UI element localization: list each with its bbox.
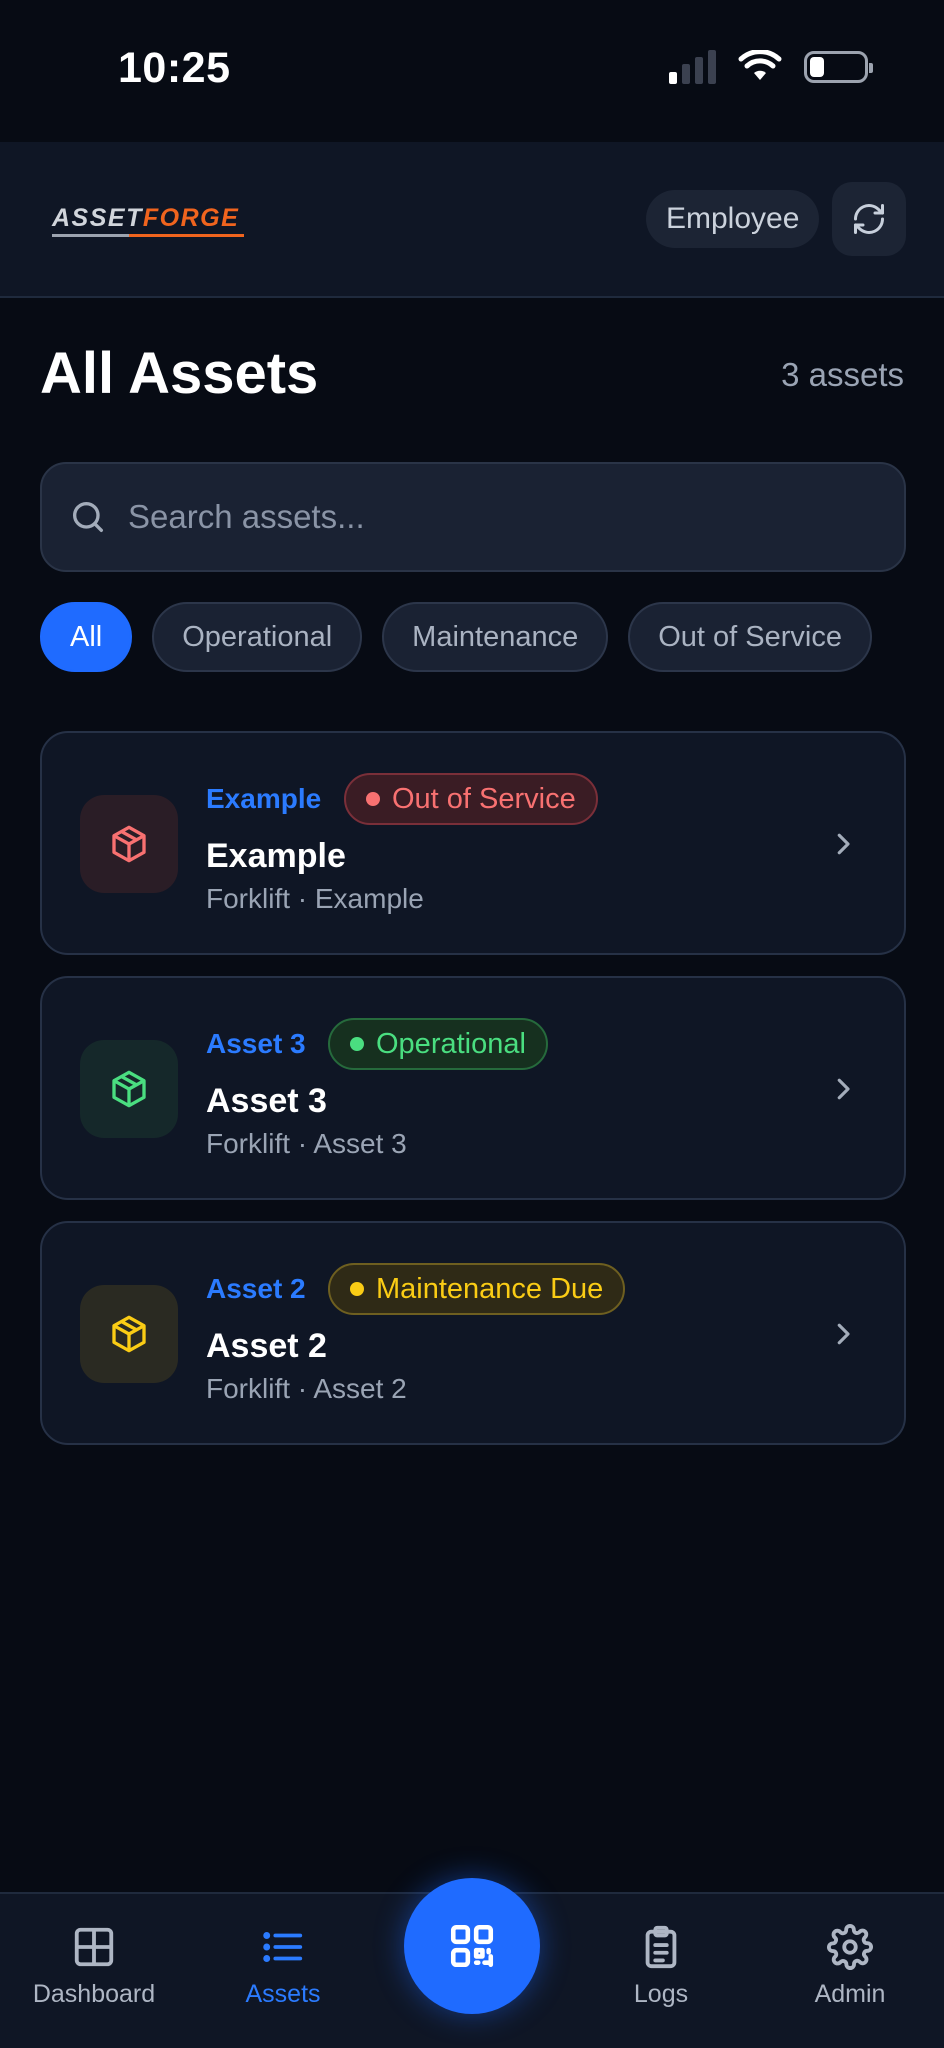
status-time: 10:25 xyxy=(118,44,231,92)
chevron-right-icon xyxy=(837,1078,850,1100)
asset-count: 3 assets xyxy=(781,356,904,393)
cellular-signal-icon xyxy=(669,50,716,84)
status-dot xyxy=(350,1282,364,1296)
page-title: All Assets xyxy=(40,341,319,406)
gear-icon xyxy=(827,1924,873,1970)
asset-card[interactable]: Asset 2 Maintenance Due Asset 2 Forklift… xyxy=(40,1221,906,1445)
refresh-button[interactable] xyxy=(832,182,906,256)
box-icon xyxy=(112,825,146,863)
asset-card[interactable]: Example Out of Service Example Forklift … xyxy=(40,731,906,955)
filter-chip-maintenance[interactable]: Maintenance xyxy=(382,602,609,672)
asset-subtitle: Forklift · Asset 2 xyxy=(206,1373,407,1404)
nav-item-assets[interactable]: Assets xyxy=(193,1924,373,2009)
asset-icon-tile xyxy=(80,1285,178,1383)
scan-qr-button[interactable] xyxy=(404,1878,540,2014)
asset-icon-tile xyxy=(80,1040,178,1138)
chevron-right-icon xyxy=(837,1323,850,1345)
nav-item-dashboard[interactable]: Dashboard xyxy=(4,1924,184,2009)
nav-item-logs[interactable]: Logs xyxy=(571,1924,751,2009)
asset-name: Example xyxy=(206,837,346,875)
asset-id: Example xyxy=(206,783,322,814)
box-icon xyxy=(112,1315,146,1353)
status-bar: 10:25 xyxy=(0,0,944,142)
filter-chip-all[interactable]: All xyxy=(40,602,133,672)
asset-name: Asset 3 xyxy=(206,1082,327,1120)
logo-underline xyxy=(52,234,244,237)
nav-label-assets: Assets xyxy=(245,1980,321,2008)
search-bar[interactable] xyxy=(40,462,906,572)
status-icons xyxy=(669,50,873,84)
nav-label-dashboard: Dashboard xyxy=(32,1980,156,2008)
status-badge: Operational xyxy=(328,1018,548,1070)
asset-id: Asset 2 xyxy=(206,1273,306,1304)
grid-icon xyxy=(74,1927,114,1967)
asset-name: Asset 2 xyxy=(206,1327,327,1365)
status-filter-chips: All Operational Maintenance Out of Servi… xyxy=(40,602,872,672)
asset-id: Asset 3 xyxy=(206,1028,306,1059)
status-dot xyxy=(350,1037,364,1051)
status-badge-label: Out of Service xyxy=(392,782,576,815)
nav-item-admin[interactable]: Admin xyxy=(760,1924,940,2009)
status-badge-label: Operational xyxy=(376,1027,526,1060)
clipboard-icon xyxy=(645,1925,677,1969)
wifi-icon xyxy=(738,50,782,80)
search-icon xyxy=(73,502,104,532)
app-header: ASSETFORGE Employee xyxy=(0,142,944,298)
refresh-icon xyxy=(854,204,884,234)
status-badge-label: Maintenance Due xyxy=(376,1272,604,1305)
asset-icon-tile xyxy=(80,795,178,893)
asset-card[interactable]: Asset 3 Operational Asset 3 Forklift · A… xyxy=(40,976,906,1200)
filter-chip-out-of-service[interactable]: Out of Service xyxy=(628,602,872,672)
status-dot xyxy=(366,792,380,806)
app-logo: ASSETFORGE xyxy=(52,204,240,232)
role-badge: Employee xyxy=(646,190,820,248)
status-badge: Maintenance Due xyxy=(328,1263,626,1315)
qr-code-icon xyxy=(450,1924,494,1968)
box-icon xyxy=(112,1070,146,1108)
nav-label-admin: Admin xyxy=(814,1980,886,2008)
filter-chip-operational[interactable]: Operational xyxy=(152,602,363,672)
status-badge: Out of Service xyxy=(344,773,598,825)
asset-subtitle: Forklift · Example xyxy=(206,883,424,914)
battery-icon xyxy=(804,51,873,83)
search-input[interactable] xyxy=(128,498,904,536)
nav-label-logs: Logs xyxy=(633,1980,689,2008)
chevron-right-icon xyxy=(837,833,850,855)
asset-subtitle: Forklift · Asset 3 xyxy=(206,1128,407,1159)
list-icon xyxy=(263,1932,303,1962)
